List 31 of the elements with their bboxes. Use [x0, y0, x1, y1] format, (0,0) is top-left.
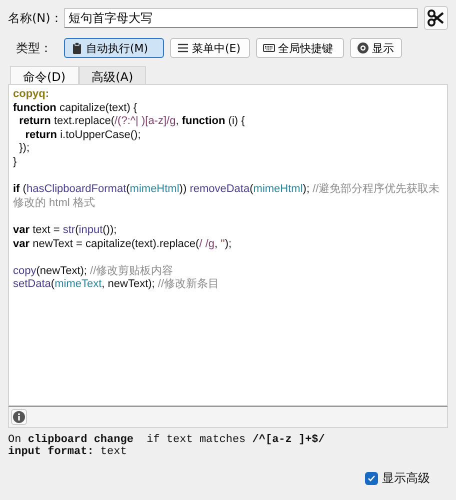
keyboard-icon: [263, 42, 275, 54]
code-line: copy(newText); //修改剪贴板内容: [13, 264, 174, 278]
menu-icon: [177, 42, 189, 54]
code-line: });: [18, 142, 31, 156]
eye-icon: [357, 42, 369, 54]
code-line: return i.toUpperCase();: [24, 128, 142, 142]
summary-line: On clipboard change if text matches /^[a-z ]+$/: [8, 434, 326, 446]
code-line: var newText = capitalize(text).replace(/ /g, '');: [13, 238, 233, 252]
tab[interactable]: 命令(D): [10, 66, 79, 84]
name-field[interactable]: 短句首字母大写: [64, 8, 418, 28]
code-line: var text = str(input());: [13, 224, 118, 238]
type-button[interactable]: 显示: [350, 38, 402, 58]
name-label: 名称(N)：: [8, 10, 62, 26]
code-line: if (hasClipboardFormat(mimeHtml)) removeData(mimeHtml); //避免部分程序优先获取未修改的 html 格式: [13, 183, 441, 210]
code-line: function capitalize(text) {: [13, 102, 138, 116]
code-editor[interactable]: [8, 84, 448, 406]
code-line: return text.replace(/(?:^| )[a-z]/g, function (i) {: [18, 115, 246, 129]
type-button[interactable]: 全局快捷键: [256, 38, 344, 58]
code-line: copyq:: [13, 88, 50, 102]
tab[interactable]: 高级(A): [78, 66, 146, 84]
code-line: setData(mimeText, newText); //修改新条目: [13, 278, 220, 292]
info-button[interactable]: [11, 409, 27, 425]
summary-line: input format: text: [8, 446, 128, 458]
clipboard-icon: [71, 42, 83, 54]
checkbox[interactable]: [365, 472, 378, 485]
type-button[interactable]: 菜单中(E): [170, 38, 250, 58]
code-line: }: [13, 156, 18, 170]
checkbox-label: 显示高级: [382, 470, 430, 487]
type-button[interactable]: 自动执行(M): [64, 38, 164, 58]
type-label: 类型：: [16, 40, 52, 56]
scissors-button[interactable]: [424, 6, 448, 30]
